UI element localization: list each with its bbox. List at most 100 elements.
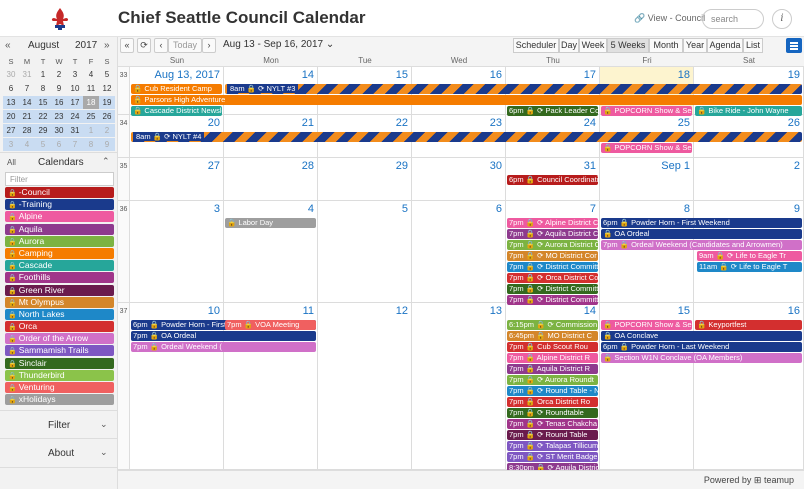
mini-cal-day[interactable]: 28	[19, 124, 35, 137]
mini-cal-day[interactable]: 11	[83, 82, 99, 95]
next-button[interactable]: ›	[202, 38, 216, 53]
calendar-event[interactable]: 🔒 OA Ordeal	[601, 229, 802, 239]
mini-cal-day[interactable]: 6	[3, 82, 19, 95]
calendar-item[interactable]: 🔒 Sinclair	[5, 357, 114, 369]
calendar-item[interactable]: 🔒 Aurora	[5, 235, 114, 247]
mini-cal-day[interactable]: 1	[83, 124, 99, 137]
calendar-event[interactable]: 🔒 Section W1N Conclave (OA Members)	[601, 353, 802, 363]
day-number[interactable]: Aug 13, 2017	[155, 69, 220, 81]
day-cell[interactable]: 29	[318, 158, 412, 200]
calendar-event[interactable]: 🔒 POPCORN Show & Se	[601, 320, 692, 330]
mini-cal-day[interactable]: 27	[3, 124, 19, 137]
day-cell[interactable]: 28	[224, 158, 318, 200]
calendar-item[interactable]: 🔒 -Council	[5, 187, 114, 198]
calendar-event[interactable]: 8am 🔒 ⟳ NYLT #4	[131, 132, 802, 142]
calendar-event[interactable]: 7pm 🔒 Cub Scout Rou	[507, 342, 598, 352]
day-number[interactable]: 2	[794, 160, 800, 172]
mini-cal-day[interactable]: 15	[35, 96, 51, 109]
calendar-item[interactable]: 🔒 -Training	[5, 199, 114, 211]
mini-cal-day[interactable]: 24	[67, 110, 83, 123]
scout-fleur-de-lis-logo[interactable]	[47, 6, 73, 32]
calendar-event[interactable]: 7pm 🔒 ⟳ Aquila District C	[507, 229, 598, 239]
chevron-up-icon[interactable]: ⌃	[102, 156, 110, 167]
mini-cal-day[interactable]: 23	[51, 110, 67, 123]
day-number[interactable]: 27	[208, 160, 220, 172]
calendar-event[interactable]: 7pm 🔒 ⟳ Round Table	[507, 430, 598, 440]
prev-button[interactable]: ‹	[154, 38, 168, 53]
day-cell[interactable]: 8	[600, 201, 694, 302]
calendar-event[interactable]: 7pm 🔒 ⟳ District Committ	[507, 284, 598, 294]
day-number[interactable]: 4	[308, 203, 314, 215]
mini-cal-day[interactable]: 13	[3, 96, 19, 109]
view-link[interactable]: 🔗 View - Council	[634, 13, 705, 24]
info-button[interactable]: i	[772, 9, 792, 29]
powered-by-link[interactable]: Powered by ⊞ teamup	[704, 475, 794, 486]
day-number[interactable]: 3	[214, 203, 220, 215]
view-tab-scheduler[interactable]: Scheduler	[513, 38, 559, 53]
day-number[interactable]: 14	[584, 305, 596, 317]
day-number[interactable]: 9	[794, 203, 800, 215]
day-cell[interactable]: 30	[412, 158, 506, 200]
mini-cal-day[interactable]: 4	[19, 138, 35, 151]
calendar-event[interactable]: 7pm 🔒 ⟳ Aurora Roundt	[507, 375, 598, 385]
mini-cal-day[interactable]: 22	[35, 110, 51, 123]
mini-cal-day[interactable]: 3	[3, 138, 19, 151]
calendar-item[interactable]: 🔒 Cascade	[5, 260, 114, 272]
calendar-event[interactable]: 6pm 🔒 Powder Horn - Last Weekend	[601, 342, 802, 352]
day-number[interactable]: 12	[396, 305, 408, 317]
day-cell[interactable]: 4	[224, 201, 318, 302]
calendar-event[interactable]: 7pm 🔒 ⟳ ST Merit Badge	[507, 452, 598, 462]
search-input[interactable]: search	[702, 9, 764, 29]
day-cell[interactable]: 13	[412, 303, 506, 469]
calendar-item[interactable]: 🔒 Mt Olympus	[5, 296, 114, 308]
day-number[interactable]: 10	[208, 305, 220, 317]
calendar-item[interactable]: 🔒 Sammamish Trails	[5, 345, 114, 357]
mini-cal-day[interactable]: 20	[3, 110, 19, 123]
mini-cal-day[interactable]: 30	[3, 68, 19, 81]
calendar-event[interactable]: 7pm 🔒 OA Ordeal	[131, 331, 316, 341]
day-number[interactable]: 24	[584, 117, 596, 129]
calendar-item[interactable]: 🔒 Venturing	[5, 382, 114, 393]
mini-cal-day[interactable]: 14	[19, 96, 35, 109]
day-cell[interactable]: 27	[130, 158, 224, 200]
calendar-event[interactable]: 7pm 🔒 ⟳ Aurora District C	[507, 240, 598, 250]
mini-cal-day[interactable]: 2	[51, 68, 67, 81]
mini-cal-day[interactable]: 17	[67, 96, 83, 109]
mini-cal-day[interactable]: 9	[51, 82, 67, 95]
mini-cal-day[interactable]: 16	[51, 96, 67, 109]
day-cell[interactable]: 3	[130, 201, 224, 302]
day-number[interactable]: 29	[396, 160, 408, 172]
sidebar-filter-section[interactable]: Filter ⌄	[0, 410, 118, 439]
view-tab-year[interactable]: Year	[683, 38, 707, 53]
day-cell[interactable]: 12	[318, 303, 412, 469]
calendar-item[interactable]: 🔒 Green River	[5, 284, 114, 296]
calendar-event[interactable]: 🔒 Cascade District Newsle	[131, 106, 222, 116]
calendar-event[interactable]: 7pm 🔒 ⟳ Orca District Co	[507, 273, 598, 283]
calendar-event[interactable]: 7pm 🔒 ⟳ Talapas Tillicum	[507, 441, 598, 451]
day-number[interactable]: 31	[584, 160, 596, 172]
day-number[interactable]: 21	[302, 117, 314, 129]
day-number[interactable]: 18	[678, 69, 690, 81]
view-tab-agenda[interactable]: Agenda	[707, 38, 743, 53]
calendar-event[interactable]: 7pm 🔒 ⟳ MO District Cor	[507, 251, 598, 261]
calendar-event[interactable]: 6pm 🔒 Council Coordinati	[507, 175, 598, 185]
calendar-event[interactable]: 7pm 🔒 Aquila District R	[507, 364, 598, 374]
sidebar-about-section[interactable]: About ⌄	[0, 439, 118, 468]
mini-cal-day[interactable]: 31	[67, 124, 83, 137]
calendar-event[interactable]: 7pm 🔒 ⟳ Round Table - N	[507, 386, 598, 396]
day-number[interactable]: 30	[490, 160, 502, 172]
calendar-item[interactable]: 🔒 Thunderbird	[5, 369, 114, 381]
mini-cal-day[interactable]: 9	[99, 138, 115, 151]
calendar-item[interactable]: 🔒 Aquila	[5, 223, 114, 235]
day-number[interactable]: 14	[302, 69, 314, 81]
day-cell[interactable]: 2	[694, 158, 804, 200]
refresh-button[interactable]: ⟳	[137, 38, 151, 53]
mini-cal-day[interactable]: 25	[83, 110, 99, 123]
day-number[interactable]: 15	[396, 69, 408, 81]
calendar-item[interactable]: 🔒 Order of the Arrow	[5, 333, 114, 345]
calendar-item[interactable]: 🔒 Foothills	[5, 272, 114, 284]
day-number[interactable]: 22	[396, 117, 408, 129]
day-number[interactable]: 6	[496, 203, 502, 215]
day-number[interactable]: 19	[788, 69, 800, 81]
day-number[interactable]: 16	[490, 69, 502, 81]
